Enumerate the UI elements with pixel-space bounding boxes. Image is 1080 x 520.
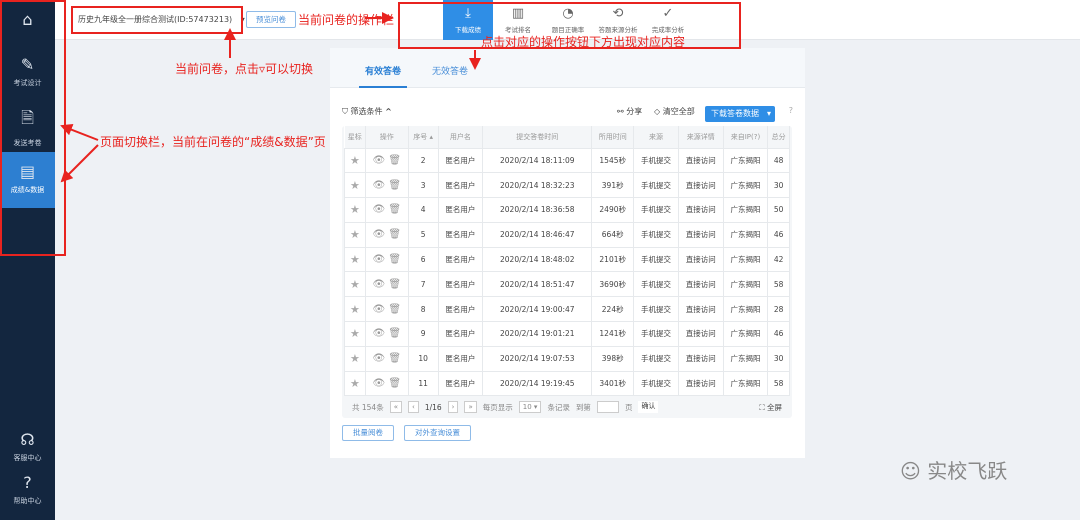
watermark: ☺ 实校飞跃 — [900, 459, 1008, 483]
annotation-arrows — [60, 12, 481, 183]
wechat-icon: ☺ — [900, 459, 928, 483]
